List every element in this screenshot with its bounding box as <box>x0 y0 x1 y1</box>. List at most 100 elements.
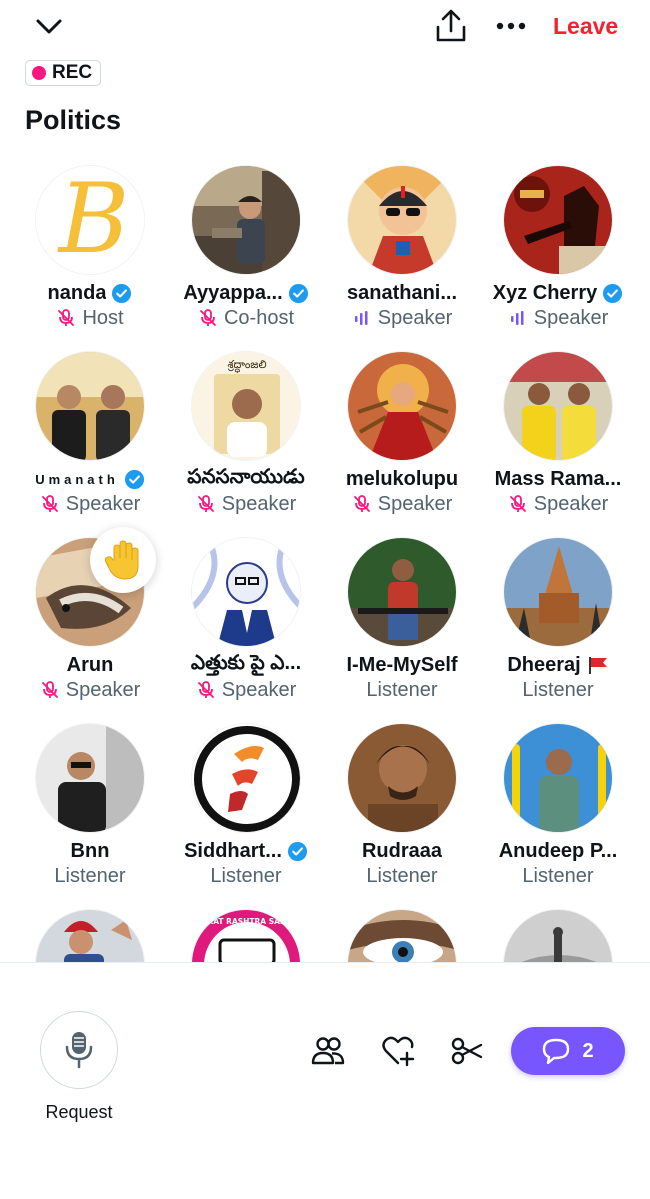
avatar-sketch-portrait <box>192 538 300 646</box>
footer-divider <box>0 962 650 963</box>
muted-mic-icon <box>200 309 216 326</box>
participant-grid: B nanda Host Ayyappa... Co-host sanathan… <box>12 165 638 962</box>
participant-card[interactable]: Dheeraj Listener <box>480 537 636 723</box>
microphone-icon <box>65 1032 93 1069</box>
participant-card[interactable]: Bnn Listener <box>12 723 168 909</box>
chevron-down-icon[interactable] <box>34 12 64 42</box>
participant-name: melukolupu <box>345 467 459 490</box>
participant-card[interactable]: BHARAT RASHTRA SAMITHI <box>168 909 324 962</box>
participant-role: Speaker <box>377 492 453 515</box>
participant-name: Arun <box>66 653 114 676</box>
participant-card[interactable]: Umanath Speaker <box>12 351 168 537</box>
verified-badge-icon <box>288 283 308 303</box>
people-icon[interactable] <box>310 1033 346 1069</box>
avatar <box>191 537 301 647</box>
verified-badge-icon <box>124 469 144 489</box>
participant-card[interactable]: melukolupu Speaker <box>324 351 480 537</box>
share-icon[interactable] <box>434 8 468 44</box>
speaking-bars-icon <box>510 311 524 325</box>
recording-label: REC <box>52 62 93 83</box>
participant-name: Xyz Cherry <box>492 281 598 304</box>
participant-role: Listener <box>210 864 282 887</box>
avatar-photo-swing <box>504 724 612 832</box>
avatar-deity-art <box>348 352 456 460</box>
avatar <box>503 165 613 275</box>
participant-role: Listener <box>522 678 594 701</box>
participant-name: Umanath <box>35 471 119 487</box>
participant-role: Speaker <box>65 678 141 701</box>
avatar <box>35 351 145 461</box>
participant-role: Speaker <box>377 306 453 329</box>
avatar-photo-cap <box>36 910 144 962</box>
avatar <box>503 351 613 461</box>
avatar <box>503 723 613 833</box>
participant-name: Siddhart... <box>184 839 282 862</box>
avatar-photo-kitchen <box>192 166 300 274</box>
speaking-bars-icon <box>354 311 368 325</box>
participant-name: Rudraaa <box>361 839 443 862</box>
avatar-f-logo <box>192 724 300 832</box>
avatar <box>191 723 301 833</box>
heart-plus-icon[interactable] <box>380 1033 416 1069</box>
avatar <box>347 537 457 647</box>
avatar: B <box>35 165 145 275</box>
participant-card[interactable]: Anudeep P... Listener <box>480 723 636 909</box>
participant-name: ఎత్తుకు పై ఎ... <box>190 651 302 674</box>
participant-name: I-Me-MySelf <box>346 653 458 676</box>
chat-count: 2 <box>582 1039 594 1062</box>
avatar-temple-art <box>504 538 612 646</box>
chat-bubble-icon <box>543 1038 570 1064</box>
participant-card[interactable]: I-Me-MySelf Listener <box>324 537 480 723</box>
participant-card[interactable] <box>324 909 480 962</box>
avatar-logo-letter: B <box>57 166 130 275</box>
avatar-eye-closeup <box>348 910 456 962</box>
record-dot-icon <box>32 66 46 80</box>
avatar-party-logo: BHARAT RASHTRA SAMITHI <box>192 910 301 962</box>
participant-name: Ayyappa... <box>183 281 283 304</box>
participant-card[interactable]: Ayyappa... Co-host <box>168 165 324 351</box>
avatar-photo-yellow <box>504 352 612 460</box>
avatar-cartoon-hero <box>348 166 456 274</box>
participant-card[interactable]: ఎత్తుకు పై ఎ... Speaker <box>168 537 324 723</box>
avatar-photo-duo <box>36 352 144 460</box>
avatar-photo-rugged <box>348 724 456 832</box>
avatar <box>503 909 613 962</box>
muted-mic-icon <box>41 495 58 512</box>
participant-role: Speaker <box>221 678 297 701</box>
verified-badge-icon <box>603 283 623 303</box>
participant-card[interactable]: Siddhart... Listener <box>168 723 324 909</box>
participant-name: పనసనాయుడు <box>187 465 305 488</box>
avatar <box>35 723 145 833</box>
participant-card[interactable]: Mass Rama... Speaker <box>480 351 636 537</box>
participant-card[interactable]: sanathani... Speaker <box>324 165 480 351</box>
participant-name: Mass Rama... <box>494 467 622 490</box>
avatar-badge-text: BHARAT RASHTRA SAMITHI <box>192 917 301 926</box>
more-icon[interactable] <box>494 14 528 38</box>
participant-card[interactable]: శ్రద్ధాంజలి పనసనాయుడు Speaker <box>168 351 324 537</box>
leave-button[interactable]: Leave <box>553 13 618 40</box>
chat-button[interactable]: 2 <box>511 1027 625 1075</box>
request-mic-button[interactable] <box>40 1011 118 1089</box>
avatar <box>503 537 613 647</box>
participant-card[interactable]: B nanda Host <box>12 165 168 351</box>
avatar <box>347 165 457 275</box>
avatar-photo-bench <box>348 538 456 646</box>
muted-mic-icon <box>197 495 214 512</box>
participant-role: Listener <box>366 864 438 887</box>
avatar-tribute-portrait: శ్రద్ధాంజలి <box>192 352 300 460</box>
participant-name: nanda <box>47 281 107 304</box>
verified-badge-icon <box>112 283 132 303</box>
participant-name: sanathani... <box>346 281 458 304</box>
participant-role: Host <box>82 306 124 329</box>
participant-role: Listener <box>522 864 594 887</box>
muted-mic-icon <box>353 495 370 512</box>
participant-card[interactable] <box>480 909 636 962</box>
avatar-grayscale-photo <box>504 910 612 962</box>
participant-card[interactable] <box>12 909 168 962</box>
red-flag-icon <box>588 657 607 674</box>
participant-card[interactable]: Xyz Cherry Speaker <box>480 165 636 351</box>
clip-icon[interactable] <box>449 1033 485 1069</box>
participant-role: Listener <box>54 864 126 887</box>
participant-card[interactable]: Rudraaa Listener <box>324 723 480 909</box>
top-bar: Leave <box>0 0 650 56</box>
